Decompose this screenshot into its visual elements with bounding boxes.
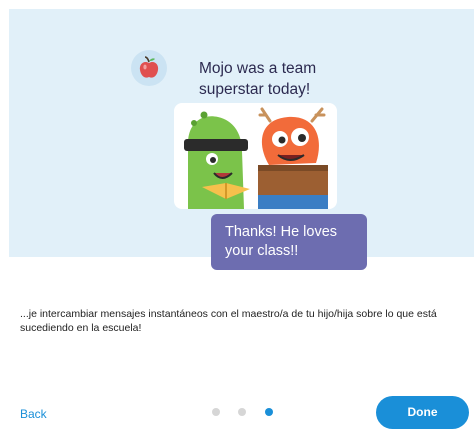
headline-text: Mojo was a team superstar today! <box>199 60 317 98</box>
monsters-illustration <box>174 103 337 209</box>
description-text: ...je intercambiar mensajes instantáneos… <box>20 308 437 334</box>
page-dot-2[interactable] <box>238 408 246 416</box>
done-button[interactable]: Done <box>376 396 469 429</box>
back-button[interactable]: Back <box>20 407 47 421</box>
apple-icon <box>139 56 159 78</box>
page-dot-3[interactable] <box>265 408 273 416</box>
reply-message-bubble: Thanks! He loves your class!! <box>211 214 367 270</box>
apple-avatar <box>131 50 167 86</box>
page-dot-1[interactable] <box>212 408 220 416</box>
